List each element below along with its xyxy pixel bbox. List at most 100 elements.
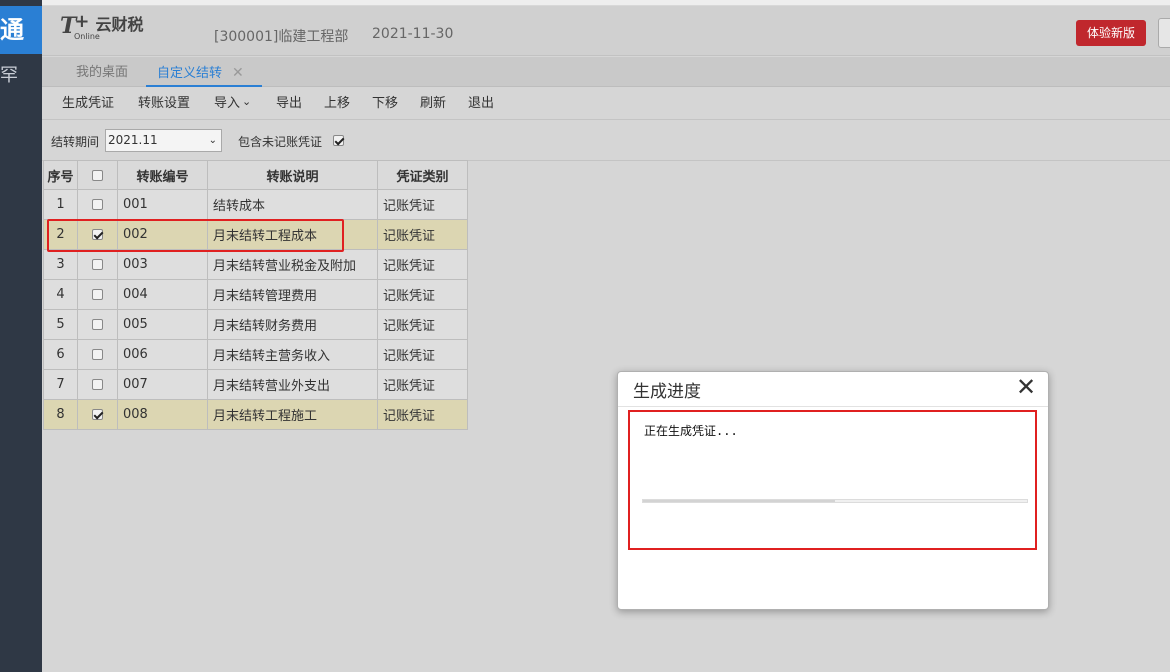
row-checkbox-cell (77, 309, 118, 340)
app-header: T + Online 云财税 [300001]临建工程部 2021-11-30 … (42, 6, 1170, 56)
row-type: 记账凭证 (377, 189, 468, 220)
col-type-header: 凭证类别 (377, 160, 468, 190)
progress-highlight-box: 正在生成凭证... (628, 410, 1037, 550)
chevron-down-icon: ⌄ (242, 95, 252, 108)
row-type: 记账凭证 (377, 339, 468, 370)
dialog-divider (618, 406, 1048, 407)
row-code: 004 (117, 279, 208, 310)
org-name: [300001]临建工程部 (214, 29, 349, 45)
generate-voucher-button[interactable]: 生成凭证 (62, 88, 114, 120)
transfer-settings-button[interactable]: 转账设置 (138, 88, 190, 120)
import-button[interactable]: 导入 ⌄ (214, 88, 251, 120)
row-checkbox[interactable] (92, 409, 103, 420)
row-no: 4 (43, 279, 78, 310)
row-desc: 月末结转财务费用 (207, 309, 378, 340)
row-checkbox-cell (77, 369, 118, 400)
row-no: 1 (43, 189, 78, 220)
table-row[interactable]: 1 001 结转成本 记账凭证 (43, 189, 468, 220)
progress-fill (643, 500, 835, 502)
tab-desktop[interactable]: 我的桌面 (76, 57, 128, 87)
filter-bar: 结转期间 2021.11 ⌄ 包含未记账凭证 (42, 121, 1170, 161)
logo: T + Online 云财税 (60, 11, 143, 44)
row-desc: 月末结转主营务收入 (207, 339, 378, 370)
tab-label: 自定义结转 (157, 66, 223, 81)
table-row[interactable]: 5 005 月末结转财务费用 记账凭证 (43, 309, 468, 340)
tab-bar: 我的桌面 自定义结转 ✕ (42, 57, 1170, 87)
refresh-button[interactable]: 刷新 (420, 88, 446, 120)
move-up-button[interactable]: 上移 (324, 88, 350, 120)
row-checkbox[interactable] (92, 349, 103, 360)
row-code: 005 (117, 309, 208, 340)
table-row[interactable]: 6 006 月末结转主营务收入 记账凭证 (43, 339, 468, 370)
row-type: 记账凭证 (377, 369, 468, 400)
include-unposted-checkbox[interactable] (333, 135, 344, 146)
col-desc-header: 转账说明 (207, 160, 378, 190)
row-checkbox[interactable] (92, 199, 103, 210)
row-code: 003 (117, 249, 208, 280)
period-value: 2021.11 (108, 133, 158, 147)
tab-custom-transfer[interactable]: 自定义结转 ✕ (146, 57, 262, 87)
row-checkbox-cell (77, 279, 118, 310)
row-type: 记账凭证 (377, 309, 468, 340)
nav-brand[interactable]: 通 (0, 6, 42, 54)
row-type: 记账凭证 (377, 279, 468, 310)
col-no-header: 序号 (43, 160, 78, 190)
export-button[interactable]: 导出 (276, 88, 302, 120)
row-desc: 月末结转营业外支出 (207, 369, 378, 400)
row-checkbox-cell (77, 339, 118, 370)
row-code: 001 (117, 189, 208, 220)
highlight-box (47, 219, 344, 252)
row-checkbox-cell (77, 399, 118, 430)
row-type: 记账凭证 (377, 249, 468, 280)
select-all-checkbox[interactable] (92, 169, 103, 181)
chevron-down-icon: ⌄ (208, 135, 217, 146)
table-row[interactable]: 4 004 月末结转管理费用 记账凭证 (43, 279, 468, 310)
row-checkbox[interactable] (92, 289, 103, 300)
row-type: 记账凭证 (377, 399, 468, 430)
row-no: 5 (43, 309, 78, 340)
toolbar: 生成凭证 转账设置 导入 ⌄ 导出 上移 下移 刷新 退出 (42, 88, 1170, 120)
row-desc: 月末结转工程施工 (207, 399, 378, 430)
row-no: 7 (43, 369, 78, 400)
import-label: 导入 (214, 96, 241, 111)
col-code-header: 转账编号 (117, 160, 208, 190)
table-row[interactable]: 7 007 月末结转营业外支出 记账凭证 (43, 369, 468, 400)
progress-dialog: 生成进度 ✕ 正在生成凭证... (617, 371, 1049, 610)
row-desc: 结转成本 (207, 189, 378, 220)
transfer-table: 序号 转账编号 转账说明 凭证类别 1 001 结转成本 记账凭证 2 002 月末结转工程… (43, 160, 468, 430)
row-checkbox[interactable] (92, 319, 103, 330)
row-checkbox[interactable] (92, 379, 103, 390)
progress-bar (642, 499, 1028, 503)
row-type: 记账凭证 (377, 219, 468, 250)
table-row[interactable]: 8 008 月末结转工程施工 记账凭证 (43, 399, 468, 430)
nav-item[interactable]: 罕 (0, 64, 42, 88)
logo-online: Online (74, 32, 100, 41)
row-no: 8 (43, 399, 78, 430)
exit-button[interactable]: 退出 (468, 88, 494, 120)
left-nav: 通 罕 (0, 0, 42, 672)
row-no: 6 (43, 339, 78, 370)
row-checkbox-cell (77, 189, 118, 220)
table-header-row: 序号 转账编号 转账说明 凭证类别 (43, 160, 468, 190)
row-checkbox-cell (77, 249, 118, 280)
row-code: 006 (117, 339, 208, 370)
close-icon[interactable]: ✕ (232, 65, 244, 81)
table-row[interactable]: 3 003 月末结转营业税金及附加 记账凭证 (43, 249, 468, 280)
tab-label: 我的桌面 (76, 65, 129, 80)
row-no: 3 (43, 249, 78, 280)
business-date: 2021-11-30 (372, 26, 454, 42)
dialog-title: 生成进度 (633, 382, 701, 402)
try-new-version-button[interactable]: 体验新版 (1076, 20, 1146, 46)
row-code: 007 (117, 369, 208, 400)
row-checkbox[interactable] (92, 259, 103, 270)
include-unposted-label: 包含未记账凭证 (238, 135, 323, 149)
col-select-header (77, 160, 118, 190)
row-desc: 月末结转管理费用 (207, 279, 378, 310)
row-desc: 月末结转营业税金及附加 (207, 249, 378, 280)
header-edge-button[interactable] (1158, 18, 1170, 48)
close-icon[interactable]: ✕ (1016, 373, 1036, 401)
period-select[interactable]: 2021.11 ⌄ (105, 129, 222, 152)
move-down-button[interactable]: 下移 (372, 88, 398, 120)
period-label: 结转期间 (51, 135, 100, 149)
logo-plus: + (74, 11, 90, 32)
